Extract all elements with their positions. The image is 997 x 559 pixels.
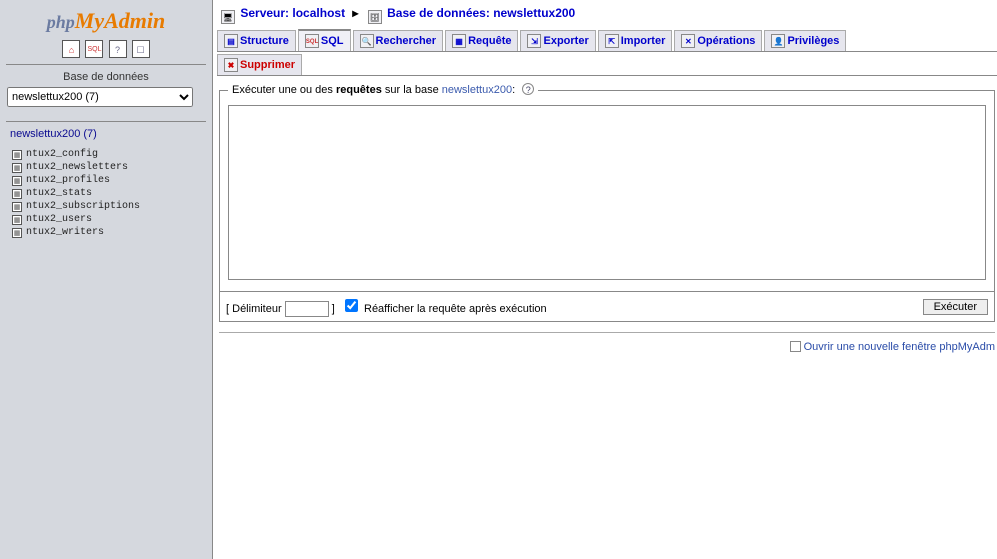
- table-icon: ▦: [12, 202, 22, 212]
- query-window-icon[interactable]: ☐: [132, 40, 150, 58]
- sidebar-toolbar: ⌂ SQL ? ☐: [6, 40, 206, 58]
- new-window-icon: [790, 341, 801, 352]
- crumb-separator: ▸: [352, 6, 358, 20]
- operations-icon: ✕: [681, 34, 695, 48]
- tabs-row-1: ▤Structure SQLSQL 🔍Rechercher ▦Requête ⇲…: [217, 30, 997, 52]
- table-item[interactable]: ▦ntux2_newsletters: [12, 161, 206, 174]
- table-item[interactable]: ▦ntux2_stats: [12, 187, 206, 200]
- tab-search[interactable]: 🔍Rechercher: [353, 30, 444, 51]
- table-icon: ▦: [12, 189, 22, 199]
- structure-icon: ▤: [224, 34, 238, 48]
- export-icon: ⇲: [527, 34, 541, 48]
- breadcrumb: 🖥 Serveur: localhost ▸ 🗄 Base de données…: [217, 4, 997, 30]
- database-select[interactable]: newslettux200 (7): [7, 87, 193, 107]
- tab-sql[interactable]: SQLSQL: [298, 29, 351, 51]
- table-icon: ▦: [12, 163, 22, 173]
- server-icon: 🖥: [221, 10, 235, 24]
- server-label: Serveur:: [240, 6, 289, 20]
- docs-icon[interactable]: ?: [109, 40, 127, 58]
- fieldset-legend: Exécuter une ou des requêtes sur la base…: [228, 83, 538, 96]
- table-item[interactable]: ▦ntux2_profiles: [12, 174, 206, 187]
- table-item[interactable]: ▦ntux2_config: [12, 148, 206, 161]
- table-item[interactable]: ▦ntux2_subscriptions: [12, 200, 206, 213]
- tab-privileges[interactable]: 👤Privilèges: [764, 30, 846, 51]
- tab-drop[interactable]: ✖Supprimer: [217, 54, 302, 75]
- tab-structure[interactable]: ▤Structure: [217, 30, 296, 51]
- home-icon[interactable]: ⌂: [62, 40, 80, 58]
- tab-operations[interactable]: ✕Opérations: [674, 30, 762, 51]
- main: 🖥 Serveur: localhost ▸ 🗄 Base de données…: [213, 0, 997, 559]
- tabs-row-2: ✖Supprimer: [217, 54, 997, 76]
- table-icon: ▦: [12, 150, 22, 160]
- redisplay-checkbox[interactable]: [345, 299, 358, 312]
- logo[interactable]: phpMyAdmin: [6, 8, 206, 34]
- database-icon: 🗄: [368, 10, 382, 24]
- sql-icon[interactable]: SQL: [85, 40, 103, 58]
- new-window-link[interactable]: Ouvrir une nouvelle fenêtre phpMyAdm: [804, 341, 995, 353]
- query-icon: ▦: [452, 34, 466, 48]
- tab-query[interactable]: ▦Requête: [445, 30, 518, 51]
- bottom-left: [ Délimiteur ] Réafficher la requête apr…: [226, 296, 547, 317]
- table-item[interactable]: ▦ntux2_users: [12, 213, 206, 226]
- db-link[interactable]: newslettux200: [493, 6, 575, 20]
- table-icon: ▦: [12, 215, 22, 225]
- tab-export[interactable]: ⇲Exporter: [520, 30, 595, 51]
- delimiter-label: Délimiteur: [232, 303, 282, 315]
- drop-icon: ✖: [224, 58, 238, 72]
- server-link[interactable]: localhost: [292, 6, 345, 20]
- legend-db-link[interactable]: newslettux200: [442, 84, 512, 96]
- table-icon: ▦: [12, 176, 22, 186]
- sql-fieldset: Exécuter une ou des requêtes sur la base…: [219, 90, 995, 292]
- db-label: Base de données:: [387, 6, 490, 20]
- sql-tab-icon: SQL: [305, 34, 319, 48]
- table-list: ▦ntux2_config ▦ntux2_newsletters ▦ntux2_…: [12, 148, 206, 239]
- sidebar-db-title[interactable]: newslettux200 (7): [10, 128, 206, 140]
- tab-import[interactable]: ⇱Importer: [598, 30, 673, 51]
- footer: Ouvrir une nouvelle fenêtre phpMyAdm: [217, 341, 995, 353]
- search-icon: 🔍: [360, 34, 374, 48]
- delimiter-input[interactable]: [285, 301, 329, 317]
- redisplay-label: Réafficher la requête après exécution: [364, 303, 547, 315]
- sql-textarea[interactable]: [228, 105, 986, 280]
- execute-button[interactable]: Exécuter: [923, 299, 988, 315]
- table-item[interactable]: ▦ntux2_writers: [12, 226, 206, 239]
- sidebar-db-label: Base de données: [6, 71, 206, 83]
- bottom-bar: [ Délimiteur ] Réafficher la requête apr…: [219, 292, 995, 322]
- import-icon: ⇱: [605, 34, 619, 48]
- sidebar: phpMyAdmin ⌂ SQL ? ☐ Base de données new…: [0, 0, 213, 559]
- privileges-icon: 👤: [771, 34, 785, 48]
- help-icon[interactable]: ?: [522, 83, 534, 95]
- table-icon: ▦: [12, 228, 22, 238]
